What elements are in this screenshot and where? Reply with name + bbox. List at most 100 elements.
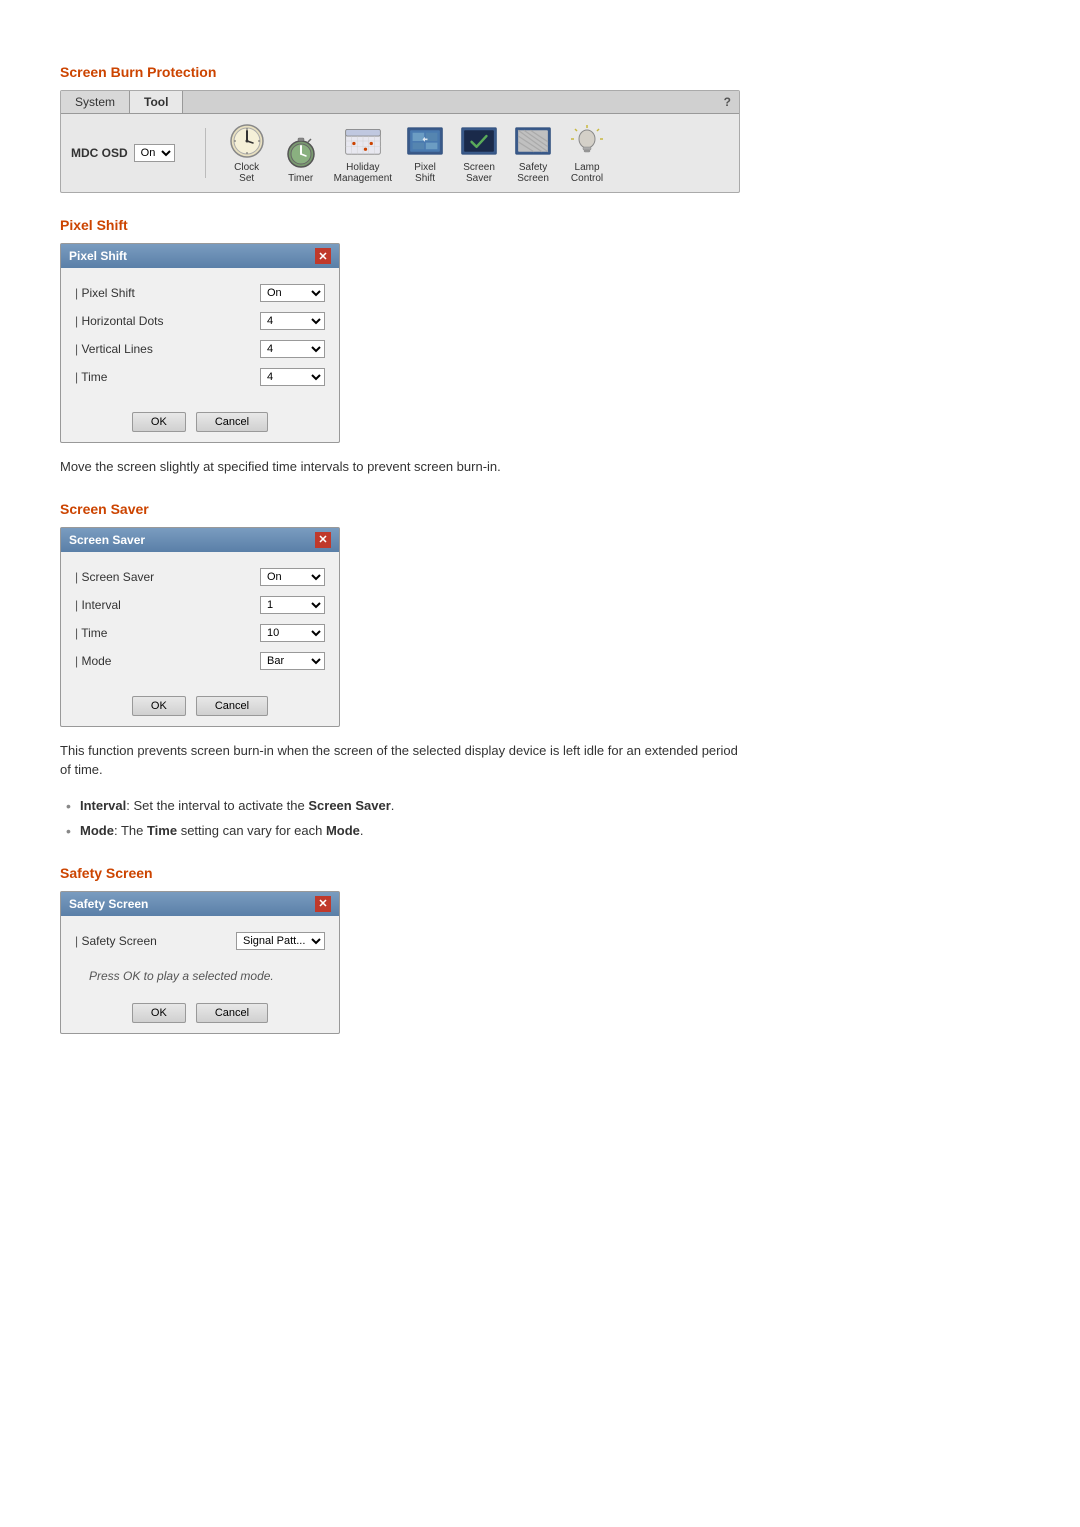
- tab-tool[interactable]: Tool: [130, 91, 183, 113]
- screen-saver-select-4[interactable]: BarEraserPixel: [260, 652, 325, 670]
- pixel-shift-field-label-3: Vertical Lines: [75, 342, 153, 356]
- screen-saver-close-button[interactable]: ✕: [315, 532, 331, 548]
- safety-screen-cancel-button[interactable]: Cancel: [196, 1003, 268, 1023]
- timer-label: Timer: [288, 173, 313, 184]
- tool-timer[interactable]: Timer: [280, 133, 322, 184]
- pixel-shift-row-3: Vertical Lines 12345: [75, 340, 325, 358]
- safety-screen-row-1: Safety Screen Signal Patt... All White S…: [75, 932, 325, 950]
- pixel-shift-footer: OK Cancel: [61, 404, 339, 442]
- screen-saver-field-label-4: Mode: [75, 654, 111, 668]
- help-icon[interactable]: ?: [716, 91, 739, 113]
- toolbar-tabs: System Tool ?: [61, 91, 739, 114]
- mdc-osd-control: MDC OSD On Off: [71, 144, 175, 162]
- pixel-shift-icon: [406, 122, 444, 160]
- pixel-shift-field-label-1: Pixel Shift: [75, 286, 135, 300]
- bullet-interval: Interval: Set the interval to activate t…: [80, 796, 1020, 816]
- screen-saver-dialog-title: Screen Saver: [69, 533, 145, 547]
- pixel-shift-titlebar: Pixel Shift ✕: [61, 244, 339, 268]
- screen-saver-select-1[interactable]: On Off: [260, 568, 325, 586]
- toolbar-panel: System Tool ? MDC OSD On Off: [60, 90, 740, 193]
- safety-screen-note-area: Press OK to play a selected mode.: [75, 960, 325, 987]
- toolbar-icons: ClockSet Timer: [226, 122, 608, 184]
- bullet-interval-screensaver: Screen Saver: [308, 798, 390, 813]
- screen-saver-dialog: Screen Saver ✕ Screen Saver On Off Inter…: [60, 527, 340, 727]
- screen-saver-icon: [460, 122, 498, 160]
- pixel-shift-close-button[interactable]: ✕: [315, 248, 331, 264]
- section-burn-title: Screen Burn Protection: [60, 64, 1020, 80]
- toolbar-divider: [205, 128, 206, 178]
- bullet-mode-text: : The: [114, 823, 147, 838]
- safety-screen-dialog: Safety Screen ✕ Safety Screen Signal Pat…: [60, 891, 340, 1034]
- pixel-shift-select-2[interactable]: 12345: [260, 312, 325, 330]
- screensaver-label: ScreenSaver: [463, 162, 495, 184]
- pixel-shift-body: Pixel Shift On Off Horizontal Dots 12345…: [61, 268, 339, 404]
- pixel-shift-title: Pixel Shift: [60, 217, 1020, 233]
- bullet-interval-text: : Set the interval to activate the: [126, 798, 308, 813]
- screen-saver-row-4: Mode BarEraserPixel: [75, 652, 325, 670]
- safety-screen-ok-button[interactable]: OK: [132, 1003, 186, 1023]
- tool-safety[interactable]: SafetyScreen: [512, 122, 554, 184]
- screen-saver-cancel-button[interactable]: Cancel: [196, 696, 268, 716]
- screen-saver-footer: OK Cancel: [61, 688, 339, 726]
- screen-saver-row-1: Screen Saver On Off: [75, 568, 325, 586]
- holiday-label: HolidayManagement: [334, 162, 392, 184]
- pixel-shift-dialog-title: Pixel Shift: [69, 249, 127, 263]
- pixel-shift-ok-button[interactable]: OK: [132, 412, 186, 432]
- screen-saver-description: This function prevents screen burn-in wh…: [60, 741, 740, 780]
- screen-saver-select-3[interactable]: 5101520: [260, 624, 325, 642]
- tool-screensaver[interactable]: ScreenSaver: [458, 122, 500, 184]
- safety-screen-footer: OK Cancel: [61, 995, 339, 1033]
- pixel-shift-row-4: Time 12345: [75, 368, 325, 386]
- tool-pixel[interactable]: PixelShift: [404, 122, 446, 184]
- safety-screen-body: Safety Screen Signal Patt... All White S…: [61, 916, 339, 995]
- toolbar-content: MDC OSD On Off: [61, 114, 739, 192]
- screen-saver-row-3: Time 5101520: [75, 624, 325, 642]
- safety-screen-note: Press OK to play a selected mode.: [75, 965, 288, 993]
- pixel-shift-select-4[interactable]: 12345: [260, 368, 325, 386]
- lamp-control-icon: [568, 122, 606, 160]
- screen-saver-field-label-2: Interval: [75, 598, 121, 612]
- tab-system[interactable]: System: [61, 91, 130, 113]
- pixel-shift-cancel-button[interactable]: Cancel: [196, 412, 268, 432]
- screen-saver-body: Screen Saver On Off Interval 12345 Time …: [61, 552, 339, 688]
- bullet-mode-bold: Mode: [80, 823, 114, 838]
- screen-saver-bullets: Interval: Set the interval to activate t…: [80, 796, 1020, 841]
- screen-saver-select-2[interactable]: 12345: [260, 596, 325, 614]
- pixel-label: PixelShift: [414, 162, 436, 184]
- screen-saver-titlebar: Screen Saver ✕: [61, 528, 339, 552]
- screen-saver-field-label-1: Screen Saver: [75, 570, 154, 584]
- clock-label: ClockSet: [234, 162, 259, 184]
- screen-saver-ok-button[interactable]: OK: [132, 696, 186, 716]
- pixel-shift-dialog: Pixel Shift ✕ Pixel Shift On Off Horizon…: [60, 243, 340, 443]
- safety-screen-field-label-1: Safety Screen: [75, 934, 157, 948]
- screen-saver-title: Screen Saver: [60, 501, 1020, 517]
- bullet-mode: Mode: The Time setting can vary for each…: [80, 821, 1020, 841]
- pixel-shift-field-label-2: Horizontal Dots: [75, 314, 163, 328]
- bullet-mode-mode: Mode: [326, 823, 360, 838]
- tool-holiday[interactable]: HolidayManagement: [334, 122, 392, 184]
- lamp-label: LampControl: [571, 162, 603, 184]
- pixel-shift-select-1[interactable]: On Off: [260, 284, 325, 302]
- pixel-shift-row-1: Pixel Shift On Off: [75, 284, 325, 302]
- screen-saver-field-label-3: Time: [75, 626, 107, 640]
- safety-screen-select-1[interactable]: Signal Patt... All White Scroll Pixel: [236, 932, 325, 950]
- safety-screen-icon: [514, 122, 552, 160]
- pixel-shift-field-label-4: Time: [75, 370, 107, 384]
- clock-icon: [228, 122, 266, 160]
- tool-clock[interactable]: ClockSet: [226, 122, 268, 184]
- safety-screen-dialog-title: Safety Screen: [69, 897, 148, 911]
- pixel-shift-select-3[interactable]: 12345: [260, 340, 325, 358]
- bullet-interval-bold: Interval: [80, 798, 126, 813]
- mdc-osd-select[interactable]: On Off: [134, 144, 175, 162]
- holiday-icon: [344, 122, 382, 160]
- safety-screen-titlebar: Safety Screen ✕: [61, 892, 339, 916]
- mdc-osd-label: MDC OSD: [71, 146, 128, 160]
- pixel-shift-row-2: Horizontal Dots 12345: [75, 312, 325, 330]
- screen-saver-row-2: Interval 12345: [75, 596, 325, 614]
- safety-label: SafetyScreen: [517, 162, 549, 184]
- tool-lamp[interactable]: LampControl: [566, 122, 608, 184]
- safety-screen-close-button[interactable]: ✕: [315, 896, 331, 912]
- pixel-shift-description: Move the screen slightly at specified ti…: [60, 457, 740, 477]
- safety-screen-title: Safety Screen: [60, 865, 1020, 881]
- timer-icon: [282, 133, 320, 171]
